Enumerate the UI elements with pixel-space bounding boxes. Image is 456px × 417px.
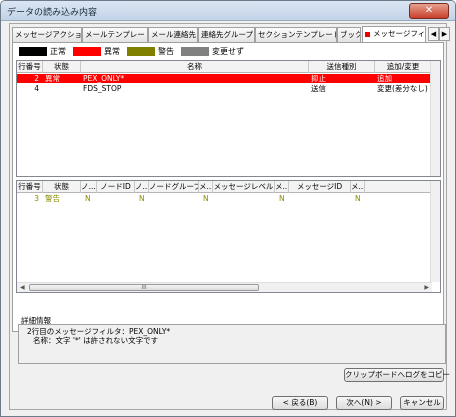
cell-node-flag: N [85, 194, 91, 203]
error-marker-icon [365, 31, 370, 37]
tab-message-action[interactable]: メッセージアクション [12, 27, 82, 42]
legend-unchanged-label: 変更せず [212, 47, 244, 56]
window-title: データの読み込み内容 [7, 8, 98, 18]
detail-line-1: 2行目のメッセージフィルタ：PEX_ONLY* [27, 327, 171, 336]
tab-book[interactable]: ブック [337, 27, 361, 42]
filter-condition-grid[interactable]: 行番号 状態 ノ... ノードID ノ... ノードグループID メ... メッ… [16, 180, 441, 293]
column-header-message-id[interactable]: メッセージID [289, 181, 351, 193]
scroll-right-icon[interactable]: ▶ [424, 284, 429, 291]
scroll-thumb[interactable]: III [29, 284, 259, 291]
column-header-node-group-flag[interactable]: ノ... [135, 181, 149, 193]
close-button[interactable]: ✕ [409, 3, 449, 19]
scroll-left-icon[interactable]: ◀ [20, 284, 25, 291]
cell-add-change: 変更(差分なし) [377, 84, 428, 93]
vertical-scrollbar[interactable] [430, 181, 440, 282]
cancel-button[interactable]: キャンセル [400, 396, 444, 410]
filter-list-grid[interactable]: 行番号 状態 名称 送信種別 追加/変更 2 異常 PEX_ONLY* 抑止 追… [16, 60, 441, 177]
cell-status: 異常 [45, 74, 60, 83]
cell-add-change: 追加 [377, 74, 392, 83]
detail-info-box: 2行目のメッセージフィルタ：PEX_ONLY* 名称：文字 '*' は許されない… [18, 324, 446, 364]
cell-send-type: 送信 [311, 84, 326, 93]
column-header-message-flag[interactable]: メ... [351, 181, 365, 193]
legend-unchanged-swatch [181, 47, 209, 56]
column-header-status[interactable]: 状態 [43, 61, 81, 73]
cell-row-number: 4 [34, 84, 39, 93]
detail-line-2: 名称：文字 '*' は許されない文字です [33, 336, 159, 345]
back-button[interactable]: < 戻る(B) [272, 396, 328, 410]
tab-scroll-right-button[interactable]: ▶ [439, 27, 450, 41]
grid-header: 行番号 状態 ノ... ノードID ノ... ノードグループID メ... メッ… [17, 181, 440, 193]
cell-message-id-flag: N [279, 194, 285, 203]
horizontal-scrollbar[interactable]: ◀ III ▶ [17, 282, 432, 292]
tab-message-filter-label: メッセージフィルタ [373, 29, 426, 38]
next-button[interactable]: 次へ(N) > [336, 396, 392, 410]
cell-row-number: 3 [34, 194, 39, 203]
cell-send-type: 抑止 [311, 74, 326, 83]
cell-name: PEX_ONLY* [83, 74, 125, 83]
cell-status [43, 84, 81, 93]
column-header-message-level[interactable]: メッセージレベル [213, 181, 275, 193]
table-row[interactable]: 3 警告 N N N N N [17, 194, 440, 203]
vertical-scrollbar[interactable] [430, 61, 440, 176]
cell-node-group-flag: N [139, 194, 145, 203]
grid-header: 行番号 状態 名称 送信種別 追加/変更 [17, 61, 432, 73]
column-header-row-number[interactable]: 行番号 [17, 61, 43, 73]
legend-error-label: 異常 [104, 47, 120, 56]
message-filter-panel: 正常 異常 警告 変更せず 行番号 状態 名称 送信種別 追加/変更 2 異常 … [12, 42, 446, 364]
cell-name: FDS_STOP [83, 84, 122, 93]
cell-message-level-flag: N [203, 194, 209, 203]
tab-mail-template[interactable]: メールテンプレート [82, 27, 148, 42]
tab-strip: メッセージアクション メールテンプレート メール連絡先 連絡先グループ セクショ… [12, 26, 450, 43]
tab-mail-contact[interactable]: メール連絡先 [148, 27, 198, 42]
column-header-add-change[interactable]: 追加/変更 [375, 61, 432, 73]
legend-normal-label: 正常 [50, 47, 66, 56]
copy-log-to-clipboard-button[interactable]: クリップボードへログをコピー [344, 368, 450, 382]
column-header-message-id-flag[interactable]: メ... [275, 181, 289, 193]
table-row[interactable]: 4 FDS_STOP 送信 変更(差分なし) [17, 84, 432, 93]
dialog-client-area: メッセージアクション メールテンプレート メール連絡先 連絡先グループ セクショ… [9, 23, 450, 410]
column-header-node-group-id[interactable]: ノードグループID [149, 181, 199, 193]
table-row[interactable]: 2 異常 PEX_ONLY* 抑止 追加 [17, 74, 432, 83]
tab-section-template[interactable]: セクションテンプレート [255, 27, 337, 42]
column-header-name[interactable]: 名称 [81, 61, 309, 73]
title-bar: データの読み込み内容 ✕ [1, 1, 455, 21]
column-header-row-number[interactable]: 行番号 [17, 181, 43, 193]
cell-status: 警告 [45, 194, 60, 203]
legend-warning-label: 警告 [158, 47, 174, 56]
legend-error-swatch [73, 47, 101, 56]
column-header-message-level-flag[interactable]: メ... [199, 181, 213, 193]
cell-message-flag: N [355, 194, 361, 203]
column-header-node-id[interactable]: ノードID [97, 181, 135, 193]
column-header-send-type[interactable]: 送信種別 [309, 61, 375, 73]
column-header-status[interactable]: 状態 [43, 181, 81, 193]
dialog-window: データの読み込み内容 ✕ メッセージアクション メールテンプレート メール連絡先… [0, 0, 456, 417]
cell-row-number: 2 [34, 74, 39, 83]
tab-message-filter[interactable]: メッセージフィルタ [362, 26, 426, 43]
column-header-node-flag[interactable]: ノ... [81, 181, 97, 193]
legend-normal-swatch [19, 47, 47, 56]
tab-scroll-left-button[interactable]: ◀ [428, 27, 439, 41]
legend-warning-swatch [127, 47, 155, 56]
tab-contact-group[interactable]: 連絡先グループ [198, 27, 255, 42]
